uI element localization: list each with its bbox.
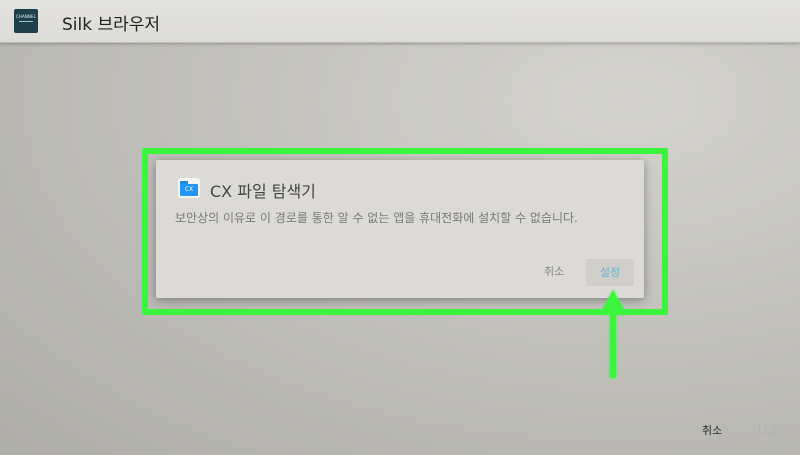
app-logo-text: CHANNEL [16,14,36,19]
settings-button[interactable]: 설정 [586,259,634,286]
dialog-cancel-button[interactable]: 취소 [544,263,564,279]
silk-app-icon: CHANNEL [14,9,38,33]
footer-cancel-button[interactable]: 취소 [702,422,722,438]
footer-next-button[interactable]: 다음 [758,422,778,438]
app-title: Silk 브라우저 [62,15,161,35]
pointer-arrow-icon [600,290,626,378]
dialog-title: CX 파일 탐색기 [210,182,316,201]
app-header: CHANNEL Silk 브라우저 [0,0,800,43]
folder-icon-label: CX [180,184,198,196]
dialog-message: 보안상의 이유로 이 경로를 통한 알 수 없는 앱을 휴대전화에 설치할 수 … [175,211,578,225]
cx-file-explorer-icon: CX [178,178,200,198]
